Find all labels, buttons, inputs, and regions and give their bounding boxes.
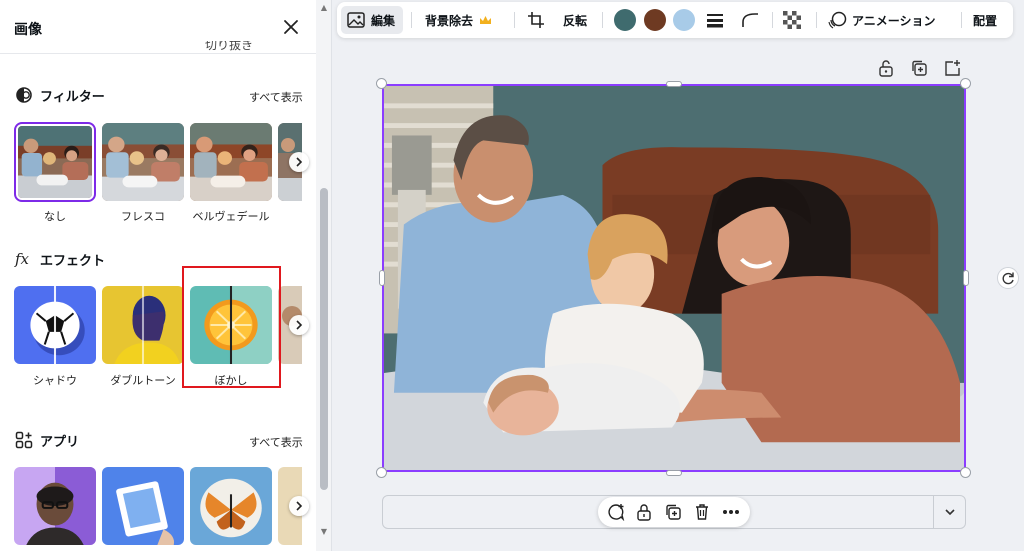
top-toolbar: 編集 背景除去 反転 アニメーション 配置 [337, 2, 1013, 38]
toolbar-divider [961, 12, 962, 28]
crop-icon [528, 12, 544, 28]
filter-fresco-label: フレスコ [121, 210, 165, 223]
svg-text:fx: fx [14, 250, 30, 268]
image-panel: 画像 切り抜き フィルター すべて表示 なし フレスコ ベルヴェデール fx エ… [0, 0, 332, 551]
corner-curve-icon [742, 13, 758, 27]
apps-grid-icon [14, 430, 34, 450]
blur-highlight-box [182, 266, 281, 388]
apps-see-all-link[interactable]: すべて表示 [249, 434, 303, 450]
effect-title: エフェクト [40, 253, 106, 269]
scroll-up-icon[interactable]: ▲ [320, 4, 328, 12]
duplicate-icon[interactable] [910, 59, 928, 77]
resize-handle-top-left[interactable] [376, 78, 387, 89]
divider [0, 53, 316, 54]
color-swatch-lightblue[interactable] [673, 9, 695, 31]
apps-section-header: アプリ [14, 429, 79, 451]
resize-handle-bottom-left[interactable] [376, 467, 387, 478]
lock-icon[interactable] [877, 59, 895, 77]
panel-scrollbar[interactable]: ▲ ▼ [316, 0, 331, 551]
resize-handle-top[interactable] [666, 81, 682, 87]
edit-button[interactable]: 編集 [341, 6, 404, 34]
cut-off-label: 切り抜き [205, 41, 254, 52]
toolbar-divider [602, 12, 603, 28]
filter-none-label: なし [44, 210, 66, 223]
add-page-icon[interactable] [943, 59, 961, 77]
animation-icon [828, 11, 847, 29]
filter-see-all-link[interactable]: すべて表示 [249, 89, 303, 105]
toolbar-divider [772, 12, 773, 28]
effect-shadow-tile[interactable] [14, 286, 96, 364]
color-swatch-brown[interactable] [644, 9, 666, 31]
resize-handle-right[interactable] [963, 270, 969, 286]
context-menu-pill [598, 497, 750, 527]
lock-element-icon[interactable] [634, 502, 654, 522]
toolbar-divider [816, 12, 817, 28]
checkerboard-icon [783, 11, 801, 29]
panel-title: 画像 [14, 22, 42, 38]
resize-handle-bottom[interactable] [666, 470, 682, 476]
filter-scroll-right-icon[interactable] [289, 152, 309, 172]
effect-duotone-tile[interactable] [102, 286, 184, 364]
toolbar-divider [514, 12, 515, 28]
resize-handle-left[interactable] [379, 270, 385, 286]
apps-title: アプリ [40, 434, 80, 450]
filter-none-tile[interactable] [14, 122, 96, 202]
fx-icon: fx [14, 249, 34, 269]
resize-handle-bottom-right[interactable] [960, 467, 971, 478]
more-options-icon[interactable] [721, 502, 741, 522]
app-butterfly-tile[interactable] [190, 467, 272, 545]
crown-icon [480, 15, 492, 24]
filter-belvedere-tile[interactable] [190, 123, 272, 201]
effect-scroll-right-icon[interactable] [289, 315, 309, 335]
trash-icon[interactable] [692, 502, 712, 522]
corner-radius-button[interactable] [741, 6, 759, 34]
transparency-button[interactable] [783, 6, 801, 34]
bg-remove-label: 背景除去 [425, 13, 474, 28]
crop-button[interactable] [527, 6, 545, 34]
scrollbar-thumb[interactable] [320, 188, 328, 490]
comment-add-icon[interactable] [606, 502, 626, 522]
app-avatar-tile[interactable] [14, 467, 96, 545]
edit-label: 編集 [371, 13, 396, 28]
bg-remove-button[interactable]: 背景除去 [425, 6, 492, 34]
animation-label: アニメーション [852, 13, 936, 28]
filter-section-header: フィルター [14, 84, 105, 106]
edit-image-icon [347, 12, 365, 28]
resize-handle-top-right[interactable] [960, 78, 971, 89]
flip-label: 反転 [563, 13, 588, 28]
apps-scroll-right-icon[interactable] [289, 496, 309, 516]
arrange-label: 配置 [973, 13, 998, 28]
flip-button[interactable]: 反転 [563, 6, 587, 34]
filter-title: フィルター [40, 89, 105, 105]
effect-section-header: fx エフェクト [14, 248, 105, 270]
animation-button[interactable]: アニメーション [828, 6, 936, 34]
effect-shadow-label: シャドウ [33, 374, 77, 387]
color-swatch-teal[interactable] [614, 9, 636, 31]
toolbar-divider [411, 12, 412, 28]
duplicate-element-icon[interactable] [663, 502, 683, 522]
close-icon[interactable] [280, 16, 302, 38]
chevron-down-icon[interactable] [933, 496, 965, 528]
border-weight-button[interactable] [706, 6, 724, 34]
filter-belvedere-label: ベルヴェデール [192, 210, 270, 223]
family-photo[interactable] [382, 84, 966, 472]
app-notebook-tile[interactable] [102, 467, 184, 545]
filter-icon [14, 85, 34, 105]
arrange-button[interactable]: 配置 [973, 6, 997, 34]
effect-duotone-label: ダブルトーン [110, 374, 176, 387]
rotate-icon[interactable] [997, 267, 1019, 289]
filter-fresco-tile[interactable] [102, 123, 184, 201]
scroll-down-icon[interactable]: ▼ [320, 528, 328, 536]
line-weight-icon [707, 14, 723, 28]
